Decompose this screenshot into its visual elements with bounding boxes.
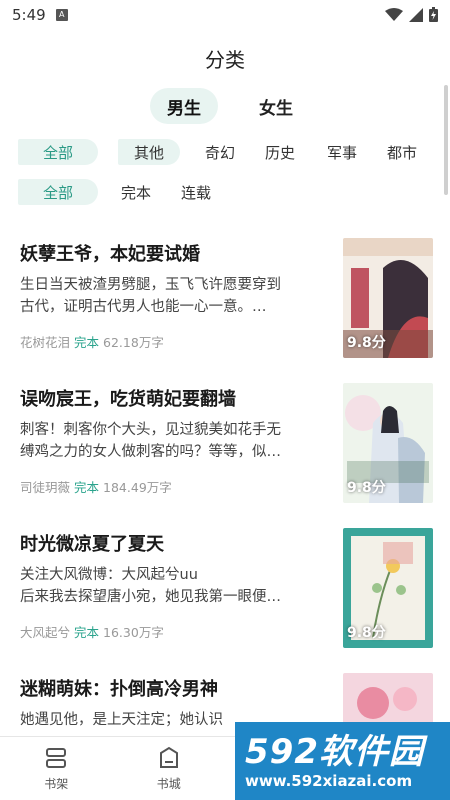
book-author: 花树花泪 (20, 335, 71, 350)
book-title: 误吻宸王，吃货萌妃要翻墙 (20, 389, 236, 410)
book-item[interactable]: 误吻宸王，吃货萌妃要翻墙 刺客！刺客你个大头，见过貌美如花手无 缚鸡之力的女人做… (0, 373, 450, 513)
book-title: 迷糊萌妹：扑倒高冷男神 (20, 679, 218, 700)
watermark-logo: 592软件园 www.592xiazai.com (235, 722, 450, 800)
book-author: 大风起兮 (20, 625, 71, 640)
book-description-line: 关注大风微博：大风起兮uu (20, 567, 198, 583)
book-meta: 大风起兮 完本 16.30万字 (20, 622, 164, 641)
genre-filter-all[interactable]: 全部 (18, 139, 98, 165)
genre-filter-fantasy[interactable]: 奇幻 (198, 139, 242, 165)
genre-filter-row: 全部 其他 奇幻 历史 军事 都市 (18, 139, 424, 165)
book-description-line: 古代，证明古代男人也能一心一意。… (20, 299, 267, 315)
status-filter-ongoing[interactable]: 连载 (174, 179, 218, 205)
book-title: 妖孽王爷，本妃要试婚 (20, 244, 200, 265)
tab-female[interactable]: 女生 (242, 88, 310, 124)
book-score: 9.8分 (347, 625, 386, 641)
gender-tabs: 男生 女生 (150, 88, 334, 124)
signal-icon (409, 7, 423, 22)
status-time: 5:49 (12, 6, 46, 24)
book-word-count: 184.49万字 (103, 480, 172, 495)
book-description-line: 生日当天被渣男劈腿，玉飞飞许愿要穿到 (20, 277, 281, 293)
book-item[interactable]: 妖孽王爷，本妃要试婚 生日当天被渣男劈腿，玉飞飞许愿要穿到 古代，证明古代男人也… (0, 228, 450, 368)
book-description: 生日当天被渣男劈腿，玉飞飞许愿要穿到 古代，证明古代男人也能一心一意。… (20, 274, 320, 318)
page-title: 分类 (205, 48, 245, 72)
genre-filter-military[interactable]: 军事 (320, 139, 364, 165)
nav-label: 书架 (44, 777, 69, 791)
book-description-line: 缚鸡之力的女人做刺客的吗？等等，似… (20, 444, 281, 460)
book-cover[interactable]: 9.8分 (343, 383, 433, 503)
book-word-count: 16.30万字 (103, 625, 164, 640)
book-meta: 司徒玥薇 完本 184.49万字 (20, 477, 172, 496)
book-description-line: 后来我去探望唐小宛，她见我第一眼便… (20, 589, 281, 605)
book-meta: 花树花泪 完本 62.18万字 (20, 332, 164, 351)
genre-filter-other[interactable]: 其他 (118, 139, 180, 165)
book-description-line: 刺客！刺客你个大头，见过貌美如花手无 (20, 422, 281, 438)
status-filter-all[interactable]: 全部 (18, 179, 98, 205)
wifi-icon (385, 7, 403, 21)
book-status: 完本 (74, 335, 100, 350)
book-title: 时光微凉夏了夏天 (20, 534, 164, 555)
book-cover[interactable]: 9.8分 (343, 238, 433, 358)
book-score: 9.8分 (347, 480, 386, 496)
book-word-count: 62.18万字 (103, 335, 164, 350)
book-cover[interactable]: 9.8分 (343, 528, 433, 648)
status-icons (385, 7, 438, 22)
book-status: 完本 (74, 480, 100, 495)
nav-bookshelf[interactable]: 书架 (0, 737, 113, 800)
book-item[interactable]: 时光微凉夏了夏天 关注大风微博：大风起兮uu 后来我去探望唐小宛，她见我第一眼便… (0, 518, 450, 658)
genre-filter-history[interactable]: 历史 (258, 139, 302, 165)
status-filter-complete[interactable]: 完本 (114, 179, 158, 205)
genre-filter-urban[interactable]: 都市 (380, 139, 424, 165)
book-description: 刺客！刺客你个大头，见过貌美如花手无 缚鸡之力的女人做刺客的吗？等等，似… (20, 419, 320, 463)
status-bar: 5:49 A (0, 0, 450, 30)
book-description: 关注大风微博：大风起兮uu 后来我去探望唐小宛，她见我第一眼便… (20, 564, 320, 608)
status-filter-row: 全部 完本 连载 (18, 179, 218, 205)
book-status: 完本 (74, 625, 100, 640)
nav-bookstore[interactable]: 书城 (113, 737, 226, 800)
book-score: 9.8分 (347, 335, 386, 351)
watermark-text: 592软件园 (245, 732, 424, 772)
watermark-url: www.592xiazai.com (245, 772, 413, 790)
tab-male[interactable]: 男生 (150, 88, 218, 124)
bookshelf-icon (46, 748, 67, 768)
battery-icon (429, 7, 438, 22)
book-author: 司徒玥薇 (20, 480, 71, 495)
nav-label: 书城 (156, 777, 181, 791)
scrollbar[interactable] (444, 85, 448, 195)
notification-icon: A (55, 9, 68, 21)
bookstore-icon (159, 746, 178, 768)
